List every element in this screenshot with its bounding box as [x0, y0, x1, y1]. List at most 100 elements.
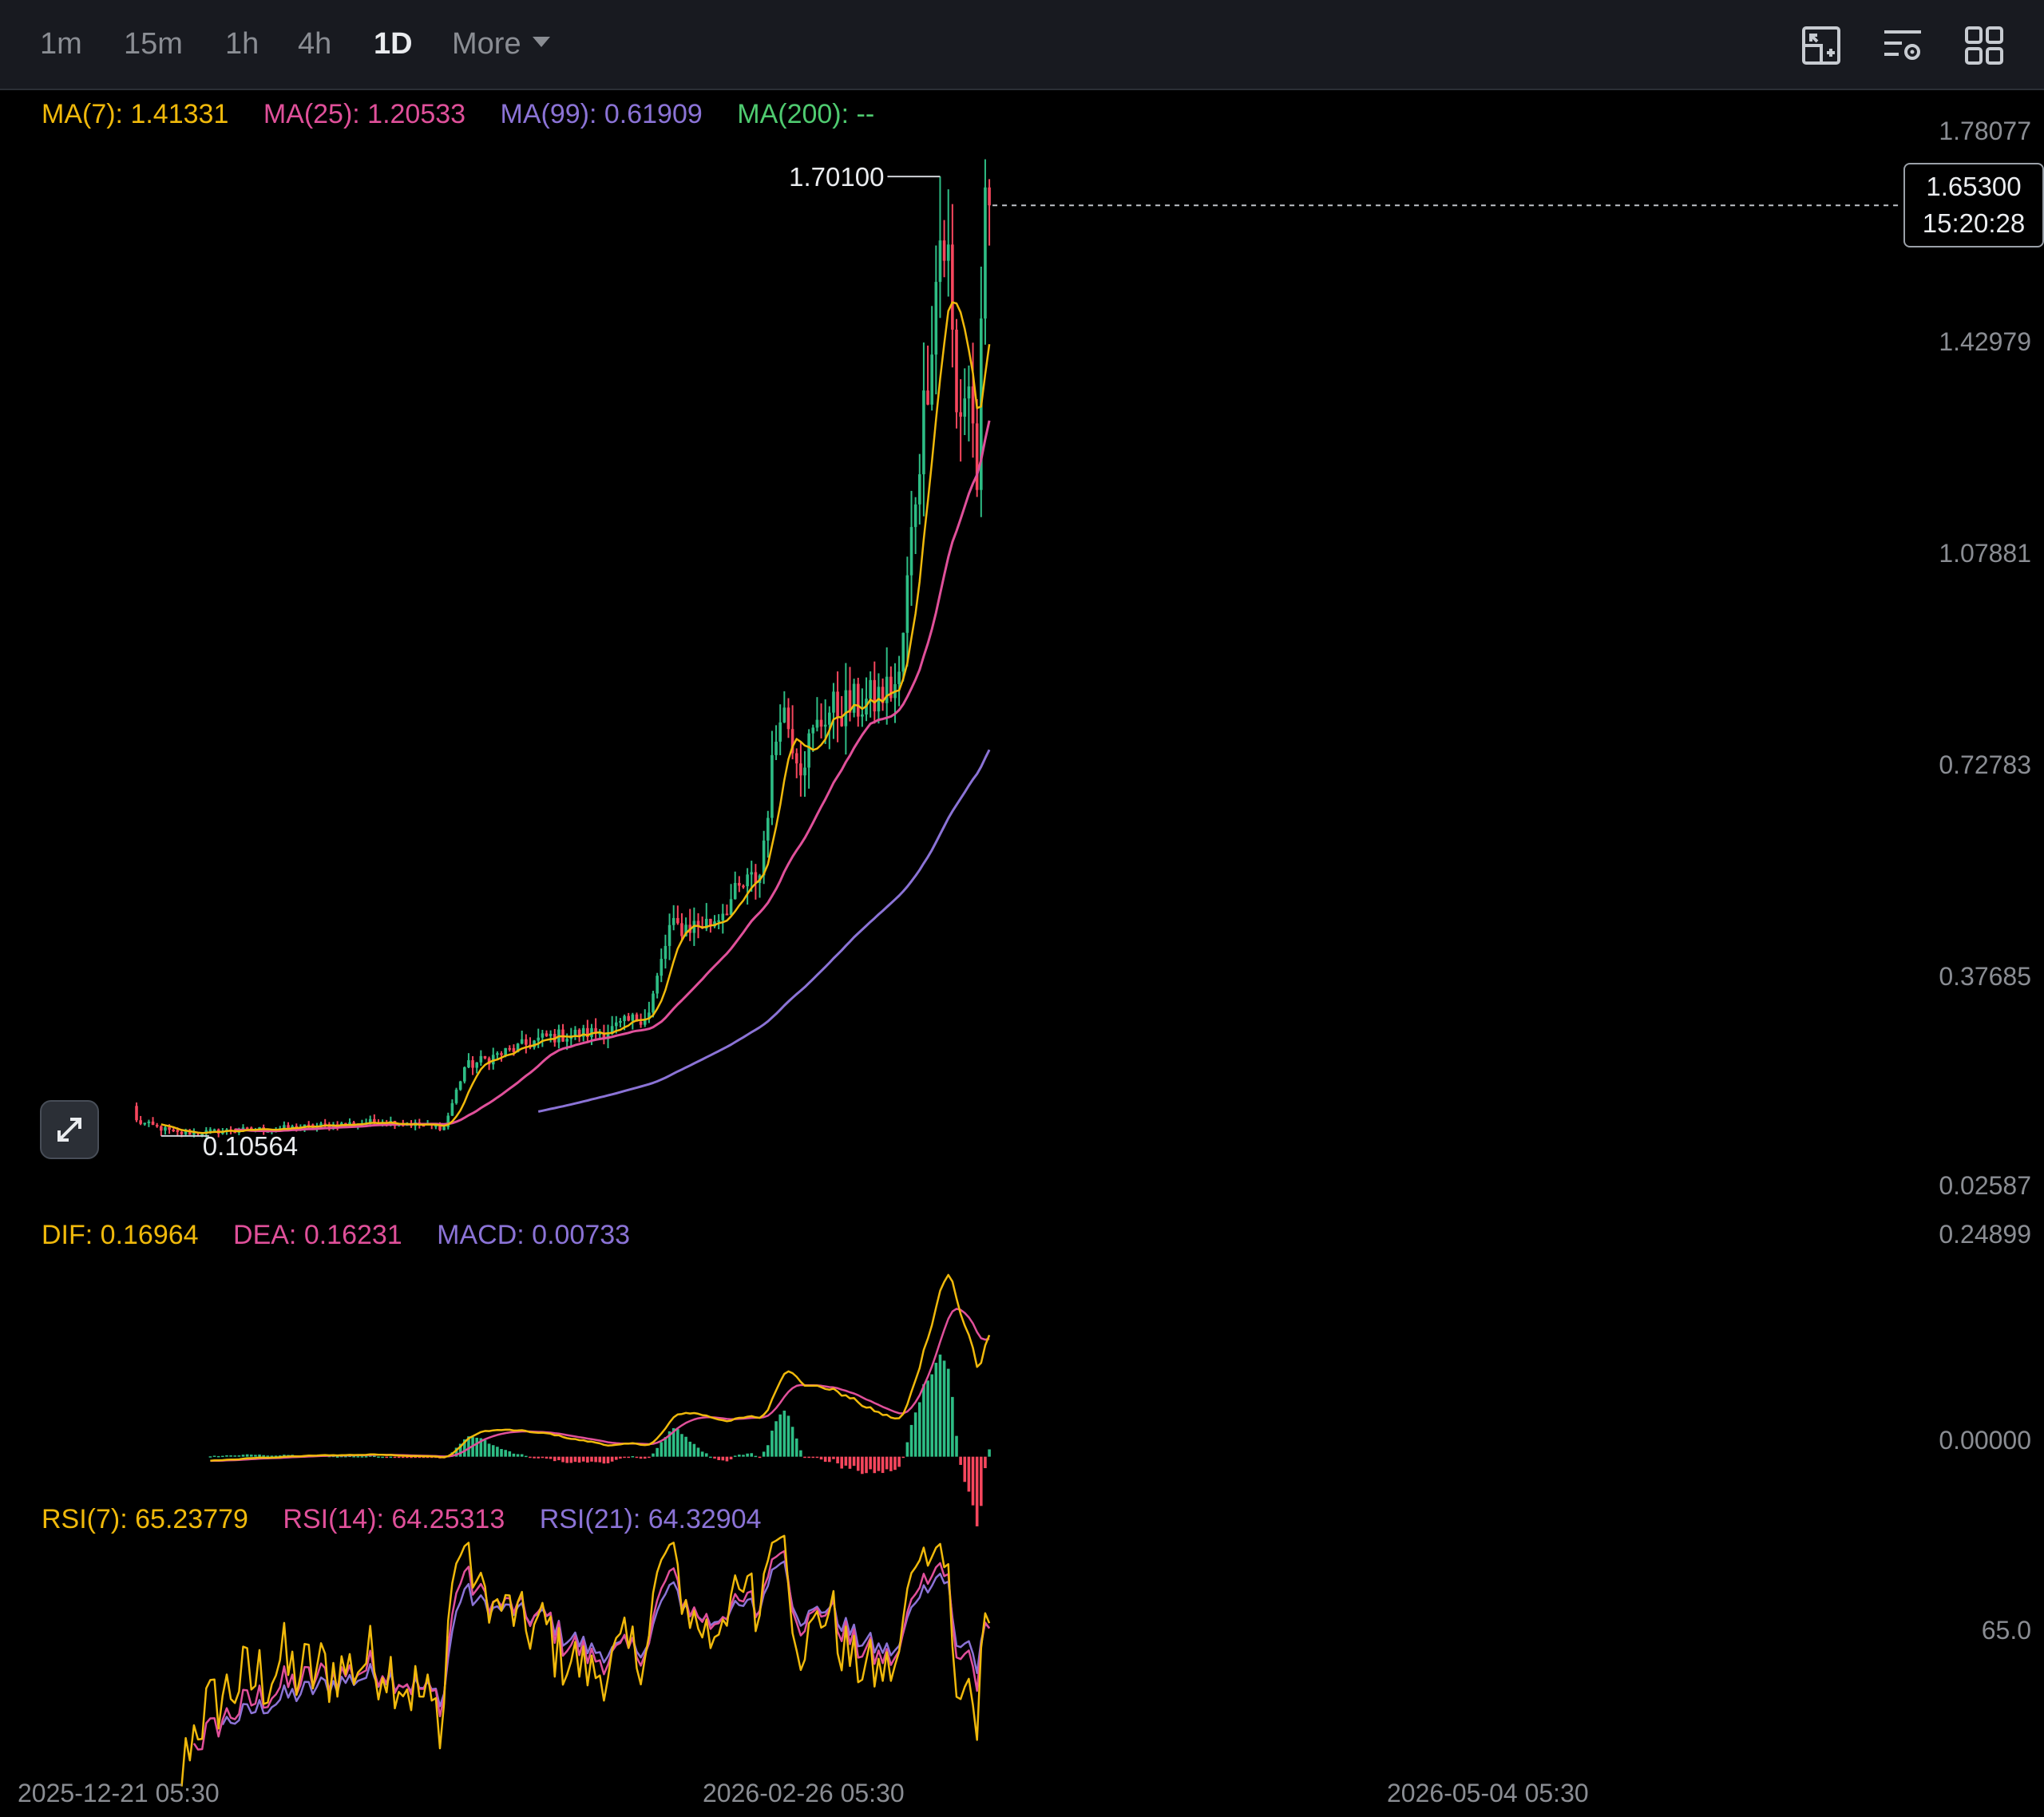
- candle: [549, 1030, 553, 1043]
- macd-axis-label: 0.24899: [1939, 1220, 2031, 1249]
- macd-histogram-bar: [750, 1453, 754, 1457]
- chart-canvas[interactable]: 1.70100 0.10564: [0, 0, 2044, 1817]
- candle-body: [614, 1022, 618, 1027]
- macd-histogram-bar: [377, 1456, 380, 1458]
- candle: [988, 179, 991, 246]
- candle: [446, 1112, 450, 1130]
- candle: [458, 1080, 462, 1091]
- rsi-legend: RSI(7): 65.23779 RSI(14): 64.25313 RSI(2…: [42, 1504, 789, 1535]
- candle-body: [725, 913, 729, 916]
- macd-histogram-bar: [561, 1456, 564, 1463]
- candle: [909, 490, 913, 606]
- candle: [143, 1122, 147, 1126]
- candle: [955, 319, 958, 429]
- candle-body: [873, 679, 877, 712]
- date-axis-label: 2026-02-26 05:30: [703, 1779, 905, 1807]
- candle: [794, 748, 798, 778]
- candle: [561, 1023, 564, 1043]
- macd-histogram-bar: [266, 1455, 270, 1457]
- candle-body: [652, 993, 655, 1013]
- macd-histogram-bar: [623, 1456, 626, 1459]
- candle: [913, 497, 917, 554]
- candle-body: [828, 712, 831, 725]
- candle: [885, 647, 889, 725]
- ma7-legend: MA(7): 1.41331: [42, 99, 229, 129]
- candle-body: [905, 575, 909, 633]
- candle-body: [766, 817, 770, 841]
- candle-body: [168, 1127, 171, 1130]
- candle-body: [832, 691, 835, 713]
- candle-body: [815, 719, 819, 728]
- rsi14-legend: RSI(14): 64.25313: [283, 1504, 505, 1534]
- macd-histogram-bar: [951, 1396, 954, 1457]
- macd-histogram-bar: [733, 1455, 737, 1457]
- candle: [660, 948, 664, 983]
- macd-histogram-bar: [680, 1434, 683, 1457]
- candle-body: [746, 874, 749, 887]
- macd-histogram-bar: [909, 1424, 913, 1457]
- candle-body: [742, 885, 745, 888]
- macd-histogram-bar: [917, 1402, 921, 1457]
- high-price-label: 1.70100: [789, 162, 884, 192]
- macd-histogram-bar: [988, 1449, 991, 1457]
- macd-histogram-bar: [335, 1456, 339, 1458]
- macd-histogram-bar: [778, 1414, 782, 1457]
- candle: [856, 677, 860, 727]
- current-price-value: 1.65300: [1926, 172, 2022, 202]
- candle-body: [738, 882, 741, 886]
- macd-histogram-bar: [619, 1456, 622, 1459]
- macd-histogram-bar: [577, 1456, 581, 1463]
- candle-body: [786, 707, 790, 730]
- macd-histogram-bar: [828, 1456, 831, 1463]
- candle-body: [454, 1089, 458, 1103]
- candle: [951, 204, 954, 368]
- macd-histogram-bar: [901, 1456, 905, 1459]
- macd-histogram-bar: [385, 1456, 389, 1459]
- macd-histogram-bar: [520, 1454, 524, 1457]
- candle-body: [856, 683, 860, 717]
- macd-value-legend: MACD: 0.00733: [437, 1220, 631, 1250]
- candle-body: [803, 767, 806, 776]
- macd-histogram-bar: [557, 1456, 561, 1461]
- macd-histogram-bar: [823, 1456, 827, 1463]
- candle-body: [664, 945, 667, 960]
- macd-histogram-bar: [652, 1453, 655, 1457]
- candle: [155, 1122, 159, 1128]
- candle: [897, 655, 901, 707]
- macd-histogram-bar: [573, 1456, 577, 1463]
- candle: [889, 666, 893, 702]
- macd-histogram-bar: [832, 1456, 835, 1459]
- expand-chart-button[interactable]: [40, 1100, 99, 1159]
- macd-histogram-bar: [516, 1454, 520, 1457]
- macd-histogram-bar: [881, 1456, 885, 1474]
- macd-histogram-bar: [373, 1455, 376, 1458]
- candle: [627, 1012, 630, 1022]
- macd-histogram-bar: [602, 1456, 606, 1464]
- macd-histogram-bar: [397, 1456, 401, 1459]
- candle: [934, 245, 938, 394]
- macd-histogram-bar: [946, 1368, 950, 1457]
- macd-histogram-bar: [905, 1442, 909, 1457]
- candle-body: [458, 1081, 462, 1090]
- candle-body: [467, 1060, 470, 1067]
- candle: [581, 1024, 585, 1042]
- candle-body: [971, 386, 975, 424]
- candle-body: [660, 959, 664, 976]
- candle: [799, 742, 802, 797]
- candle: [786, 698, 790, 738]
- candle-body: [778, 722, 782, 742]
- candle: [471, 1055, 474, 1075]
- candle: [648, 1001, 651, 1023]
- candle: [594, 1018, 597, 1039]
- macd-histogram-bar: [762, 1451, 766, 1457]
- candle-body: [782, 707, 786, 722]
- candle-body: [565, 1039, 568, 1042]
- candle-body: [938, 240, 942, 283]
- candle: [667, 913, 671, 960]
- candle-body: [750, 872, 754, 875]
- macd-histogram-bar: [794, 1438, 798, 1457]
- candle: [984, 159, 987, 345]
- candle: [811, 724, 815, 752]
- moving-average-lines: [160, 301, 991, 1134]
- candle-body: [951, 244, 954, 330]
